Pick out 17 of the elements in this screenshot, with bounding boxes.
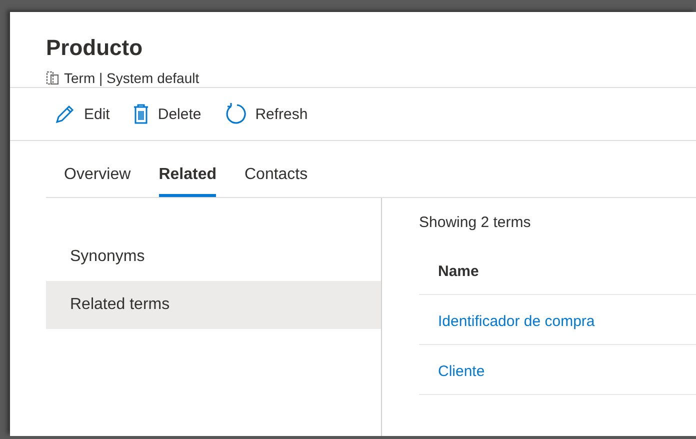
tab[interactable]: Overview xyxy=(64,141,131,197)
term-link[interactable]: Cliente xyxy=(438,363,485,380)
tab[interactable]: Related xyxy=(158,141,216,197)
trash-icon xyxy=(132,103,150,125)
document-icon xyxy=(46,71,60,85)
column-header: Name xyxy=(419,263,696,295)
page-title: Producto xyxy=(46,34,144,62)
tab[interactable]: Contacts xyxy=(244,141,308,197)
result-count: Showing 2 terms xyxy=(419,214,532,231)
term-link[interactable]: Identificador de compra xyxy=(438,313,595,330)
pencil-icon xyxy=(54,103,76,125)
delete-button[interactable]: Delete xyxy=(132,103,202,125)
nav-item[interactable]: Synonyms xyxy=(46,233,381,281)
nav-item[interactable]: Related terms xyxy=(46,281,381,329)
term-type-label: Term | System default xyxy=(64,70,200,86)
edit-button[interactable]: Edit xyxy=(54,103,110,125)
refresh-button[interactable]: Refresh xyxy=(223,102,308,126)
